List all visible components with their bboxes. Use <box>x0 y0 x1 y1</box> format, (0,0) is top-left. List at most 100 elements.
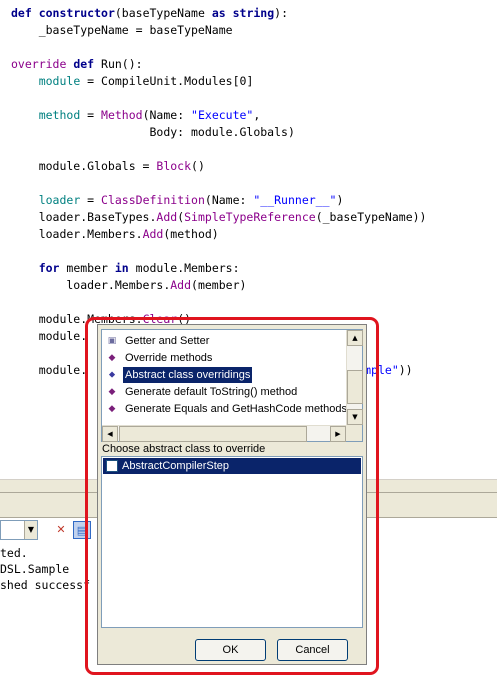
code-token: (member) <box>191 278 247 292</box>
code-token: "Execute" <box>191 108 254 122</box>
code-token: member <box>59 261 115 275</box>
code-line[interactable]: method = Method(Name: "Execute", <box>11 108 261 122</box>
code-token: , <box>253 108 261 122</box>
code-token: (Name: <box>142 108 192 122</box>
code-line[interactable]: loader.Members.Add(member) <box>11 278 246 292</box>
code-token: Add <box>156 210 178 224</box>
code-line[interactable]: module. <box>11 329 87 343</box>
code-token: = <box>80 193 102 207</box>
code-token: as <box>211 6 226 20</box>
cancel-button[interactable]: Cancel <box>277 639 348 661</box>
chevron-down-icon[interactable]: ▼ <box>24 521 37 539</box>
code-line[interactable]: Body: module.Globals) <box>11 125 295 139</box>
class-item-abstractcompilerstep[interactable]: AbstractCompilerStep <box>103 458 361 474</box>
abstract-class-list[interactable]: AbstractCompilerStep <box>101 456 363 628</box>
code-token: Body: module.Globals) <box>11 125 295 139</box>
code-token: module <box>38 74 81 88</box>
code-generation-popup: ◆ Generate Equals and GetHashCode methods… <box>97 324 367 665</box>
code-token: (method) <box>163 227 219 241</box>
code-token: SimpleTypeReference <box>184 210 316 224</box>
method-icon: ◆ <box>108 404 116 414</box>
code-token: module. <box>11 363 88 377</box>
output-line: shed successf <box>0 578 91 592</box>
code-token: loader <box>38 193 81 207</box>
code-token: for <box>38 261 60 275</box>
code-token: = CompileUnit.Modules[ <box>80 74 240 88</box>
code-line[interactable]: loader.Members.Add(method) <box>11 227 219 241</box>
code-token: (_baseTypeName)) <box>315 210 427 224</box>
generator-option-label: Getter and Setter <box>125 335 210 347</box>
scroll-down-icon[interactable]: ▼ <box>347 409 363 425</box>
code-token: (Name: <box>204 193 254 207</box>
code-token: Add <box>142 227 164 241</box>
scroll-right-icon[interactable]: ▶ <box>330 426 346 442</box>
method-icon: ◆ <box>108 353 116 363</box>
generator-option-label: Generate Equals and GetHashCode methods <box>125 403 347 415</box>
code-line[interactable]: for member in module.Members: <box>11 261 240 275</box>
scroll-up-icon[interactable]: ▲ <box>347 330 363 346</box>
code-token: ClassDefinition <box>101 193 205 207</box>
output-line: DSL.Sample <box>0 562 70 576</box>
code-token: loader.Members. <box>11 278 171 292</box>
code-line[interactable]: _baseTypeName = baseTypeName <box>11 23 233 37</box>
code-token: "__Runner__" <box>253 193 337 207</box>
scroll-corner <box>346 425 362 441</box>
method-icon: ◆ <box>108 387 116 397</box>
code-token: in <box>114 261 129 275</box>
code-line[interactable]: override def Run(): <box>11 57 143 71</box>
code-token: ] <box>246 74 254 88</box>
code-token: loader.BaseTypes. <box>11 210 157 224</box>
code-token: Block <box>156 159 192 173</box>
code-token: ): <box>274 6 289 20</box>
clear-output-icon[interactable]: ✕ <box>52 521 70 539</box>
code-token: def <box>11 6 39 20</box>
code-token: constructor <box>38 6 115 20</box>
code-token: )) <box>398 363 413 377</box>
choose-class-label: Choose abstract class to override <box>102 443 266 455</box>
code-token: module. <box>11 329 88 343</box>
code-token: Method <box>101 108 143 122</box>
code-token: module.Members: <box>128 261 240 275</box>
class-checkbox[interactable] <box>106 460 118 472</box>
horizontal-scrollbar[interactable]: ◀ ▶ <box>102 425 346 442</box>
generator-options-list[interactable]: ◆ Generate Equals and GetHashCode methods… <box>101 329 363 442</box>
code-token: method <box>38 108 81 122</box>
code-token: def <box>73 57 102 71</box>
code-token: Add <box>170 278 192 292</box>
code-token: = <box>80 108 102 122</box>
class-item-label: AbstractCompilerStep <box>122 460 229 472</box>
code-token: (): <box>121 57 143 71</box>
code-token: () <box>191 159 205 173</box>
scroll-left-icon[interactable]: ◀ <box>102 426 118 442</box>
code-token: Run <box>101 57 122 71</box>
generator-option-label: Abstract class overridings <box>123 367 253 383</box>
code-line[interactable]: module = CompileUnit.Modules[0] <box>11 74 254 88</box>
code-token: ) <box>336 193 344 207</box>
code-token: _baseTypeName = baseTypeName <box>11 23 233 37</box>
ok-button[interactable]: OK <box>195 639 266 661</box>
getter-setter-icon: ▣ <box>107 336 117 346</box>
generator-option-label: Override methods <box>125 352 213 364</box>
code-line[interactable]: loader = ClassDefinition(Name: "__Runner… <box>11 193 344 207</box>
word-wrap-toggle-icon[interactable]: ▤ <box>73 521 91 539</box>
code-line[interactable]: module.Globals = Block() <box>11 159 205 173</box>
code-token: loader.Members. <box>11 227 143 241</box>
scroll-thumb[interactable] <box>347 370 363 404</box>
output-line: ted. <box>0 546 28 560</box>
abstract-class-icon: ⬥ <box>108 370 116 380</box>
generator-option-label: Generate default ToString() method <box>125 386 298 398</box>
code-line[interactable]: def constructor(baseTypeName as string): <box>11 6 288 20</box>
output-source-combo[interactable]: ▼ <box>0 520 38 540</box>
code-token: override <box>11 57 74 71</box>
code-token: string <box>232 6 275 20</box>
hscroll-thumb[interactable] <box>119 426 307 442</box>
vertical-scrollbar[interactable]: ▲ ▼ <box>346 330 363 425</box>
code-line[interactable]: loader.BaseTypes.Add(SimpleTypeReference… <box>11 210 427 224</box>
code-token: (baseTypeName <box>114 6 212 20</box>
code-token: module.Globals = <box>11 159 157 173</box>
